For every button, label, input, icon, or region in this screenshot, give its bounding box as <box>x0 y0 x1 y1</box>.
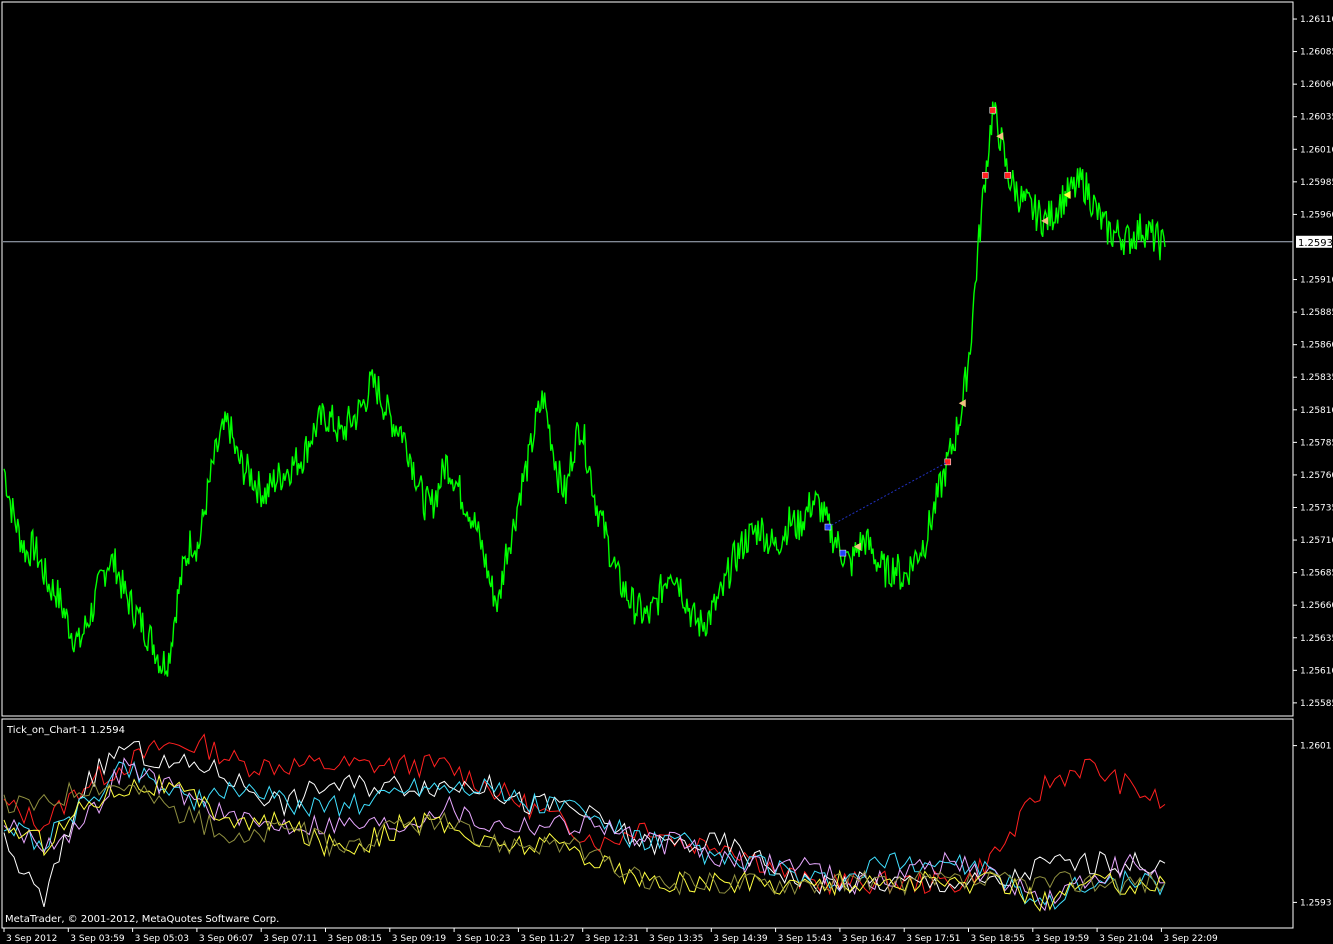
ind-y-tick-label: 1.2593 <box>1300 898 1332 908</box>
y-tick-label: 1.25660 <box>1300 601 1333 611</box>
x-tick-label: 3 Sep 21:04 <box>1099 934 1154 944</box>
y-tick-label: 1.26010 <box>1300 145 1333 155</box>
x-tick-label: 3 Sep 22:09 <box>1163 934 1218 944</box>
x-tick-label: 3 Sep 2012 <box>6 934 57 944</box>
y-tick-label: 1.25685 <box>1300 569 1333 579</box>
y-tick-label: 1.25710 <box>1300 536 1333 546</box>
chart-background <box>0 0 1333 944</box>
x-tick-label: 3 Sep 15:43 <box>778 934 832 944</box>
y-tick-label: 1.26085 <box>1300 48 1333 58</box>
y-tick-label: 1.25585 <box>1300 699 1333 709</box>
trade-arrow-marker <box>839 549 847 557</box>
y-tick-label: 1.26035 <box>1300 113 1333 123</box>
x-tick-label: 3 Sep 12:31 <box>585 934 639 944</box>
x-tick-label: 3 Sep 08:15 <box>328 934 382 944</box>
x-tick-label: 3 Sep 09:19 <box>392 934 447 944</box>
x-tick-label: 3 Sep 06:07 <box>199 934 253 944</box>
y-tick-label: 1.25985 <box>1300 178 1333 188</box>
x-tick-label: 3 Sep 16:47 <box>842 934 896 944</box>
y-tick-label: 1.25735 <box>1300 503 1333 513</box>
x-tick-label: 3 Sep 13:35 <box>649 934 703 944</box>
x-tick-label: 3 Sep 07:11 <box>263 934 317 944</box>
x-tick-label: 3 Sep 11:27 <box>520 934 574 944</box>
ind-y-tick-label: 1.2601 <box>1300 742 1332 752</box>
y-tick-label: 1.25610 <box>1300 666 1333 676</box>
x-tick-label: 3 Sep 14:39 <box>713 934 768 944</box>
trade-arrow-marker <box>1004 172 1011 179</box>
trade-arrow-marker <box>981 172 989 179</box>
y-tick-label: 1.25835 <box>1300 373 1333 383</box>
y-tick-label: 1.25760 <box>1300 471 1333 481</box>
x-tick-label: 3 Sep 19:59 <box>1035 934 1090 944</box>
x-tick-label: 3 Sep 05:03 <box>135 934 189 944</box>
y-tick-label: 1.25910 <box>1300 276 1333 286</box>
x-tick-label: 3 Sep 03:59 <box>70 934 125 944</box>
trade-arrow-marker <box>989 106 996 114</box>
chart-window: 1.26110 1.26085 1.26060 1.26035 1.26010 1.259… <box>0 0 1333 944</box>
current-price-box: 1.25939 <box>1296 235 1333 249</box>
y-tick-label: 1.25635 <box>1300 634 1333 644</box>
current-price-label: 1.25939 <box>1298 238 1333 249</box>
x-tick-label: 3 Sep 10:23 <box>456 934 510 944</box>
x-tick-label: 3 Sep 18:55 <box>971 934 1025 944</box>
y-tick-label: 1.25860 <box>1300 341 1333 351</box>
indicator-title: Tick_on_Chart-1 1.2594 <box>6 725 125 736</box>
y-tick-label: 1.26110 <box>1300 15 1333 25</box>
x-tick-label: 3 Sep 17:51 <box>906 934 960 944</box>
y-tick-label: 1.25960 <box>1300 210 1333 220</box>
y-tick-label: 1.25785 <box>1300 438 1333 448</box>
y-tick-label: 1.25885 <box>1300 308 1333 318</box>
y-tick-label: 1.26060 <box>1300 80 1333 90</box>
y-tick-label: 1.25810 <box>1300 406 1333 416</box>
copyright-text: MetaTrader, © 2001-2012, MetaQuotes Soft… <box>5 914 279 925</box>
